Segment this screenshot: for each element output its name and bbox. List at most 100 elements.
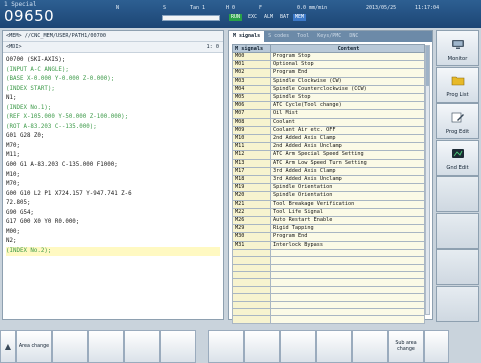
table-row[interactable]: M26 Auto Restart Enable bbox=[232, 216, 425, 226]
table-row[interactable] bbox=[232, 271, 425, 280]
program-line[interactable]: M70; bbox=[6, 180, 220, 190]
table-row[interactable]: M30 Program End bbox=[232, 232, 425, 242]
table-row[interactable]: M05 Spindle Stop bbox=[232, 93, 425, 103]
table-row[interactable]: M11 2nd Added Axis Unclamp bbox=[232, 142, 425, 152]
table-row[interactable]: M21 Tool Breakage Verification bbox=[232, 199, 425, 209]
signal-code: M12 bbox=[232, 150, 271, 160]
side-menu: Monitor Prog List Prog Edit Gnd Edit bbox=[436, 30, 479, 322]
program-line[interactable]: (BASE X-0.000 Y-0.000 Z-0.000); bbox=[6, 75, 220, 85]
status-tag-exc: EXC bbox=[248, 14, 258, 20]
tab-signals-4[interactable]: DNC bbox=[345, 31, 362, 42]
program-line[interactable]: G17 G00 X0 Y0 R0.000; bbox=[6, 218, 220, 228]
tab-signals-2[interactable]: Tool bbox=[293, 31, 313, 42]
softkey-2[interactable] bbox=[52, 330, 88, 363]
signal-description: Tool Breakage Verification bbox=[270, 199, 425, 209]
table-row[interactable]: M07 Oil Mist bbox=[232, 109, 425, 119]
table-row[interactable]: M31 Interlock Bypass bbox=[232, 240, 425, 250]
program-line[interactable]: (INPUT A-C ANGLE); bbox=[6, 66, 220, 76]
signal-code bbox=[232, 300, 271, 310]
softkey-7[interactable] bbox=[244, 330, 280, 363]
softkey-3[interactable] bbox=[88, 330, 124, 363]
side-button-monitor[interactable]: Monitor bbox=[436, 30, 479, 66]
side-button-gnd-edit[interactable]: Gnd Edit bbox=[436, 139, 479, 176]
program-panel[interactable]: <MEM> //CNC_MEM/USER/PATH1/00700 <MDI> 1… bbox=[2, 30, 224, 320]
program-line[interactable]: N2; bbox=[6, 237, 220, 247]
date: 2013/05/25 bbox=[366, 5, 397, 11]
program-line[interactable]: M10; bbox=[6, 171, 220, 181]
softkey-5[interactable] bbox=[160, 330, 196, 363]
side-button-empty[interactable] bbox=[436, 249, 479, 285]
softkey-left-arrow-icon[interactable]: ▲ bbox=[0, 330, 16, 363]
tab-signals-0[interactable]: M signals bbox=[229, 31, 265, 42]
softkey-12[interactable] bbox=[424, 330, 449, 363]
signal-description: Spindle Clockwise (CW) bbox=[270, 76, 425, 86]
program-line[interactable]: M70; bbox=[6, 142, 220, 152]
signal-code: M26 bbox=[232, 216, 271, 226]
softkey-6[interactable] bbox=[208, 330, 244, 363]
program-line[interactable]: (ROT A-83.203 C--135.000); bbox=[6, 123, 220, 133]
table-row[interactable]: M03 Spindle Clockwise (CW) bbox=[232, 76, 425, 86]
program-line[interactable]: (INDEX No.2); bbox=[6, 246, 220, 257]
program-line[interactable]: G90 G54; bbox=[6, 209, 220, 219]
table-row[interactable] bbox=[232, 285, 425, 295]
table-row[interactable]: M10 2nd Added Axis Clamp bbox=[232, 134, 425, 144]
program-line[interactable]: (INDEX No.1); bbox=[6, 104, 220, 114]
side-button-prog-edit[interactable]: Prog Edit bbox=[436, 103, 479, 139]
side-button-prog-list[interactable]: Prog List bbox=[436, 66, 479, 103]
side-button-empty[interactable] bbox=[436, 212, 479, 249]
side-button-empty[interactable] bbox=[436, 285, 479, 322]
table-row[interactable] bbox=[232, 248, 425, 258]
signal-description bbox=[270, 307, 425, 317]
signal-description bbox=[270, 315, 425, 324]
table-row[interactable]: M29 Rigid Tapping bbox=[232, 224, 425, 234]
table-row[interactable]: M02 Program End bbox=[232, 68, 425, 78]
side-button-empty[interactable] bbox=[436, 176, 479, 212]
program-line[interactable]: G01 G28 Z0; bbox=[6, 132, 220, 142]
table-row[interactable]: M22 Tool Life Signal bbox=[232, 207, 425, 218]
tab-signals-3[interactable]: Keys/PMC bbox=[313, 31, 345, 42]
table-row[interactable]: M09 Coolant Air etc. OFF bbox=[232, 125, 425, 136]
table-row[interactable]: M00 Program Stop bbox=[232, 51, 425, 62]
table-row[interactable] bbox=[232, 293, 425, 302]
table-row[interactable]: M20 Spindle Orientation bbox=[232, 191, 425, 201]
table-row[interactable]: M13 ATC Arm Low Speed Turn Setting bbox=[232, 158, 425, 168]
signal-code bbox=[232, 263, 271, 273]
table-row[interactable]: M06 ATC Cycle(Tool change) bbox=[232, 101, 425, 111]
softkey-9[interactable] bbox=[316, 330, 352, 363]
program-line[interactable]: (REF X-105.000 Y-50.000 Z-100.000); bbox=[6, 113, 220, 123]
table-row[interactable]: M18 3rd Added Axis Unclamp bbox=[232, 175, 425, 185]
table-row[interactable]: M01 Optional Stop bbox=[232, 60, 425, 70]
table-row[interactable] bbox=[232, 307, 425, 317]
program-line[interactable]: 72.805; bbox=[6, 199, 220, 209]
program-lines[interactable]: O0700 (SKI-AXIS); (INPUT A-C ANGLE); (BASE… bbox=[3, 53, 223, 257]
softkey-area-change[interactable]: Area change bbox=[16, 330, 52, 363]
table-row[interactable]: M04 Spindle Counterclockwise (CCW) bbox=[232, 84, 425, 95]
program-line[interactable]: M00; bbox=[6, 228, 220, 238]
table-row[interactable]: M19 Spindle Orientation bbox=[232, 183, 425, 193]
program-line[interactable]: N1; bbox=[6, 94, 220, 104]
table-row[interactable] bbox=[232, 278, 425, 287]
tab-signals-1[interactable]: S codes bbox=[264, 31, 293, 42]
table-row[interactable]: M17 3rd Added Axis Clamp bbox=[232, 166, 425, 177]
softkey-4[interactable] bbox=[124, 330, 160, 363]
scroll-thumb[interactable] bbox=[426, 46, 429, 86]
program-line[interactable]: O0700 (SKI-AXIS); bbox=[6, 56, 220, 66]
table-row[interactable]: M12 ATC Arm Special Speed Setting bbox=[232, 150, 425, 160]
softkey-8[interactable] bbox=[280, 330, 316, 363]
table-row[interactable] bbox=[232, 263, 425, 273]
signals-scrollbar[interactable] bbox=[425, 45, 430, 315]
table-row[interactable] bbox=[232, 315, 425, 324]
program-line[interactable]: G00 G10 L2 P1 X724.157 Y-947.741 Z-6 bbox=[6, 190, 220, 200]
signal-description bbox=[270, 285, 425, 295]
program-line[interactable]: M11; bbox=[6, 151, 220, 161]
table-row[interactable] bbox=[232, 300, 425, 310]
table-row[interactable]: M08 Coolant bbox=[232, 117, 425, 127]
program-line[interactable]: G00 G1 A-83.203 C-135.000 F1000; bbox=[6, 161, 220, 171]
col-header-content: Content bbox=[270, 44, 425, 53]
program-line[interactable]: (INDEX START); bbox=[6, 85, 220, 95]
table-row[interactable] bbox=[232, 256, 425, 265]
softkey-sub-area-change[interactable]: Sub area change bbox=[388, 330, 424, 363]
signal-description: Auto Restart Enable bbox=[270, 216, 425, 226]
softkey-10[interactable] bbox=[352, 330, 388, 363]
signal-description: Program End bbox=[270, 68, 425, 78]
